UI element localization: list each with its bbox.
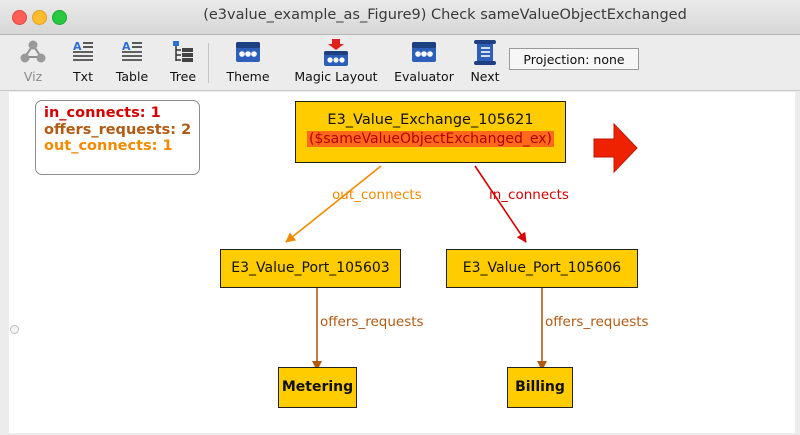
table-view-icon: A: [122, 40, 142, 61]
projection-selector[interactable]: Projection: none: [509, 48, 639, 70]
window-titlebar: (e3value_example_as_Figure9) Check sameV…: [0, 0, 800, 35]
viz-button[interactable]: Viz: [18, 35, 48, 90]
svg-text:A: A: [73, 40, 82, 53]
edge-out-connects: [285, 165, 382, 243]
theme-button[interactable]: Theme: [226, 35, 270, 90]
node-exchange-tag: ($sameValueObjectExchanged_ex): [307, 131, 554, 147]
viz-graph-icon: [20, 40, 46, 63]
next-button[interactable]: Next: [468, 35, 502, 90]
node-exchange[interactable]: E3_Value_Exchange_105621 ($sameValueObje…: [295, 101, 566, 163]
magic-layout-button[interactable]: Magic Layout: [288, 35, 384, 90]
txt-button[interactable]: A Txt: [68, 35, 98, 90]
graph-legend: in_connects: 1 offers_requests: 2 out_co…: [35, 100, 200, 175]
edge-label-offers-requests-right: offers_requests: [545, 314, 649, 330]
node-billing[interactable]: Billing: [507, 367, 573, 408]
viz-button-label: Viz: [23, 69, 43, 84]
table-button[interactable]: A Table: [112, 35, 152, 90]
node-port-105603[interactable]: E3_Value_Port_105603: [220, 249, 401, 288]
legend-offers-requests: offers_requests: 2: [44, 121, 192, 138]
theme-button-label: Theme: [226, 69, 270, 84]
evaluator-button-label: Evaluator: [394, 69, 454, 84]
legend-in-connects: in_connects: 1: [44, 105, 161, 121]
graph-canvas[interactable]: in_connects: 1 offers_requests: 2 out_co…: [9, 92, 795, 433]
tree-button-label: Tree: [169, 69, 197, 84]
edge-in-connects: [474, 165, 527, 243]
node-port-105606[interactable]: E3_Value_Port_105606: [446, 249, 638, 288]
node-exchange-name: E3_Value_Exchange_105621: [327, 112, 534, 128]
theme-icon: [236, 42, 260, 62]
magic-layout-button-label: Magic Layout: [294, 69, 378, 84]
magic-layout-icon: [324, 39, 348, 66]
window-title: (e3value_example_as_Figure9) Check sameV…: [203, 7, 687, 23]
edge-label-in-connects: in_connects: [489, 187, 569, 203]
text-view-icon: A: [73, 40, 93, 61]
red-arrow-indicator: [593, 122, 638, 174]
evaluator-button[interactable]: Evaluator: [392, 35, 456, 90]
legend-out-connects: out_connects: 1: [44, 138, 173, 154]
toolbar-separator: [208, 43, 209, 83]
tree-view-icon: [173, 41, 193, 62]
node-metering[interactable]: Metering: [278, 367, 357, 408]
tree-button[interactable]: Tree: [166, 35, 200, 90]
edge-label-offers-requests-left: offers_requests: [320, 314, 424, 330]
next-scroll-icon: [474, 40, 496, 65]
svg-text:A: A: [122, 40, 131, 53]
toolbar: Viz A Txt A Table Tree Theme Magic Layou…: [0, 35, 800, 91]
evaluator-icon: [412, 42, 436, 62]
txt-button-label: Txt: [73, 69, 93, 84]
edge-label-out-connects: out_connects: [332, 187, 422, 203]
next-button-label: Next: [470, 69, 500, 84]
table-button-label: Table: [115, 69, 149, 84]
